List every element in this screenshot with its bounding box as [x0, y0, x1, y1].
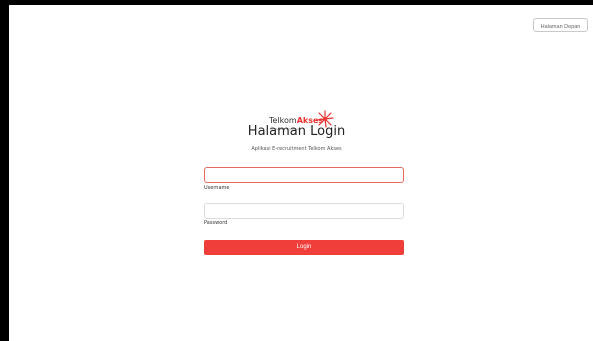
username-field[interactable]	[204, 167, 404, 183]
page-title: Halaman Login	[247, 124, 346, 139]
home-page-button[interactable]: Halaman Depan	[533, 18, 588, 32]
app-window: Halaman Depan TelkomAkses by Telkom Indo…	[0, 0, 593, 341]
window-edge-left	[0, 0, 9, 341]
login-button[interactable]: Login	[204, 240, 404, 255]
password-field[interactable]	[204, 203, 404, 219]
username-label: Username	[204, 185, 230, 191]
window-edge-top	[0, 0, 593, 5]
page-subtitle: Aplikasi E-recruitment Telkom Akses	[251, 146, 342, 152]
password-label: Password	[204, 220, 228, 226]
